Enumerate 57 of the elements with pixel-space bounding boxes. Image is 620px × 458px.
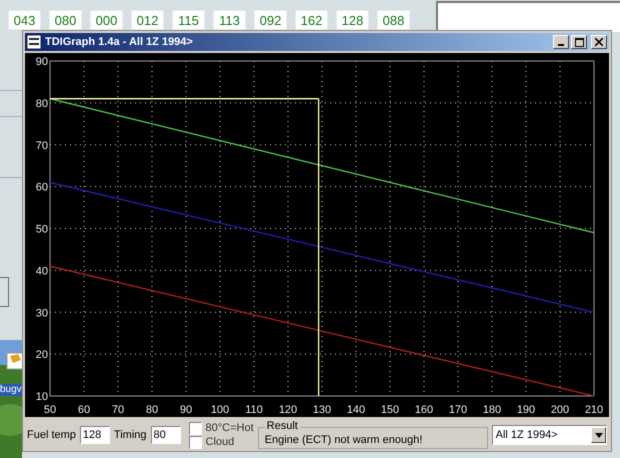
x-tick-label: 150 — [380, 404, 400, 416]
x-tick-label: 140 — [346, 404, 366, 416]
fuel-temp-field[interactable]: 128 — [80, 426, 110, 444]
y-tick-label: 80 — [36, 98, 48, 110]
fuel-temp-label: Fuel temp — [27, 429, 76, 441]
x-tick-label: 100 — [210, 404, 230, 416]
x-tick-label: 80 — [146, 404, 158, 416]
x-tick-label: 70 — [112, 404, 124, 416]
readout-value: 012 — [131, 10, 164, 30]
y-tick-label: 60 — [36, 182, 48, 194]
readout-value: 088 — [377, 10, 410, 30]
window-title: TDIGraph 1.4a - All 1Z 1994> — [45, 36, 194, 48]
model-dropdown[interactable]: All 1Z 1994> — [492, 425, 607, 445]
x-tick-label: 170 — [448, 404, 468, 416]
checkbox-label: Cloud — [206, 436, 234, 448]
app-icon — [27, 35, 41, 49]
icon-label: bugv — [0, 384, 22, 396]
x-tick-label: 110 — [245, 404, 263, 416]
x-tick-label: 60 — [78, 404, 90, 416]
minimize-button[interactable] — [553, 35, 569, 49]
close-button[interactable] — [591, 35, 607, 49]
readout-value: 080 — [49, 10, 82, 30]
x-tick-label: 130 — [312, 404, 332, 416]
x-tick-label: 190 — [516, 404, 536, 416]
checkbox-label: 80°C=Hot — [206, 422, 254, 434]
y-tick-label: 40 — [36, 265, 48, 278]
y-tick-label: 30 — [36, 307, 48, 320]
close-icon — [595, 38, 603, 46]
x-tick-label: 210 — [584, 404, 604, 416]
result-title: Result — [264, 420, 300, 432]
x-tick-label: 120 — [278, 404, 298, 416]
readout-value: 000 — [90, 10, 123, 30]
x-tick-label: 90 — [180, 404, 192, 416]
y-tick-label: 90 — [36, 56, 48, 68]
button[interactable] — [0, 277, 9, 307]
x-tick-label: 200 — [550, 404, 570, 416]
readout-value: 128 — [336, 10, 369, 30]
timing-label: Timing — [114, 429, 147, 441]
readout-value: 113 — [213, 10, 246, 30]
y-tick-label: 10 — [36, 391, 48, 403]
x-tick-label: 160 — [414, 404, 434, 416]
x-tick-label: 50 — [44, 404, 56, 416]
y-tick-label: 20 — [36, 349, 48, 362]
readout-value: 092 — [254, 10, 287, 30]
readout-value: 115 — [172, 10, 205, 30]
y-tick-label: 50 — [36, 224, 48, 236]
maximize-icon — [574, 38, 584, 46]
checkbox[interactable] — [188, 422, 202, 434]
readout-value: 162 — [295, 10, 328, 30]
x-tick-label: 180 — [482, 404, 502, 416]
maximize-button[interactable] — [571, 35, 587, 49]
checkbox[interactable] — [188, 436, 202, 448]
readout-value: 043 — [8, 10, 41, 30]
result-message: Engine (ECT) not warm enough! — [264, 434, 422, 446]
timing-field[interactable]: 80 — [150, 426, 181, 444]
folder-icon[interactable] — [6, 350, 22, 370]
y-tick-label: 70 — [36, 140, 48, 152]
